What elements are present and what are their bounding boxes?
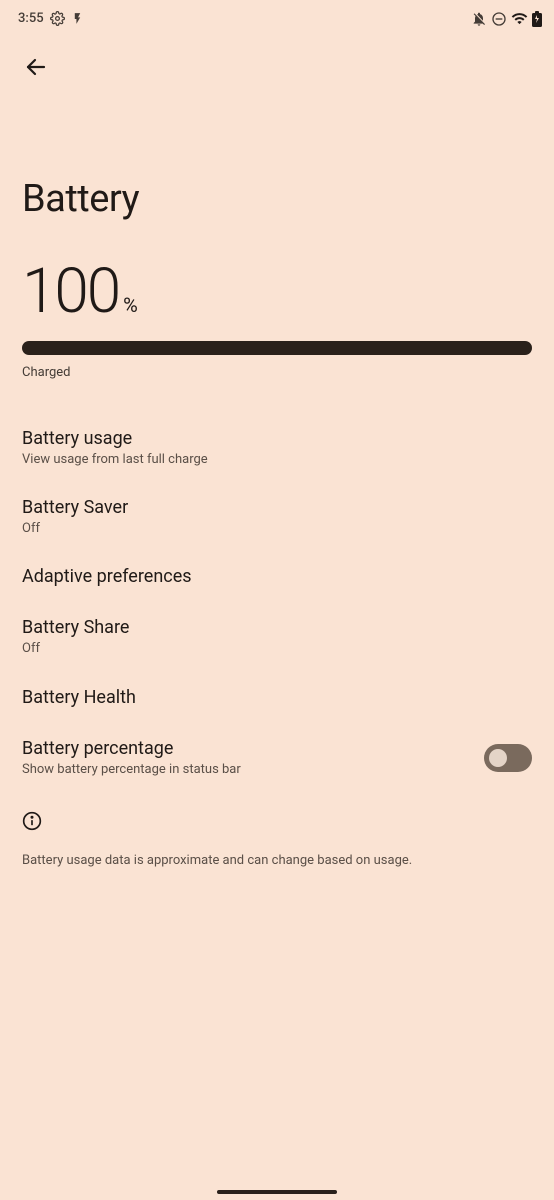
setting-title: Battery Health — [22, 687, 532, 708]
toggle-knob — [489, 749, 507, 767]
status-time: 3:55 — [18, 11, 44, 26]
footer-info-text: Battery usage data is approximate and ca… — [0, 843, 554, 879]
battery-percentage-toggle[interactable] — [484, 744, 532, 772]
setting-title: Adaptive preferences — [22, 566, 532, 587]
bolt-icon — [71, 12, 84, 25]
setting-battery-percentage[interactable]: Battery percentage Show battery percenta… — [22, 724, 532, 793]
setting-battery-saver[interactable]: Battery Saver Off — [22, 483, 532, 552]
setting-subtitle: View usage from last full charge — [22, 451, 532, 469]
battery-percent-unit: % — [123, 293, 138, 317]
back-button[interactable] — [16, 47, 56, 87]
setting-title: Battery Share — [22, 617, 532, 638]
app-bar — [0, 31, 554, 87]
setting-subtitle: Off — [22, 640, 532, 658]
status-bar: 3:55 — [0, 0, 554, 31]
info-icon-row — [0, 793, 554, 843]
battery-icon — [532, 11, 542, 27]
battery-status: Charged — [22, 365, 532, 380]
status-right — [471, 10, 542, 27]
setting-adaptive-preferences[interactable]: Adaptive preferences — [22, 552, 532, 603]
page-title: Battery — [0, 87, 554, 261]
setting-subtitle: Show battery percentage in status bar — [22, 761, 484, 779]
navigation-handle[interactable] — [217, 1190, 337, 1194]
battery-value: 100 % — [22, 261, 532, 323]
battery-summary: 100 % Charged — [0, 261, 554, 380]
settings-dev-icon — [50, 11, 65, 26]
setting-title: Battery percentage — [22, 738, 484, 759]
setting-battery-usage[interactable]: Battery usage View usage from last full … — [22, 414, 532, 483]
notification-off-icon — [471, 11, 487, 27]
battery-progress-bar — [22, 341, 532, 355]
settings-list: Battery usage View usage from last full … — [0, 380, 554, 793]
battery-percent-value: 100 — [22, 261, 119, 323]
dnd-icon — [491, 11, 507, 27]
setting-title: Battery usage — [22, 428, 532, 449]
setting-battery-health[interactable]: Battery Health — [22, 673, 532, 724]
setting-subtitle: Off — [22, 520, 532, 538]
setting-title: Battery Saver — [22, 497, 532, 518]
info-icon — [22, 816, 42, 835]
setting-battery-share[interactable]: Battery Share Off — [22, 603, 532, 672]
status-left: 3:55 — [18, 11, 84, 26]
wifi-icon — [511, 10, 528, 27]
